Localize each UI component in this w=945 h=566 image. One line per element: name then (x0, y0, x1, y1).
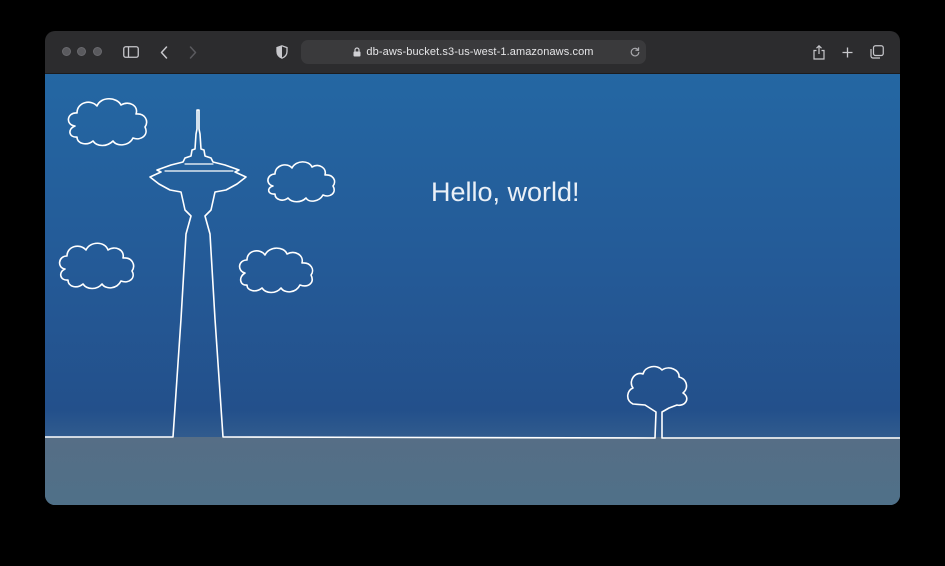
share-button[interactable] (811, 42, 827, 62)
privacy-report-button[interactable] (274, 42, 290, 62)
address-bar[interactable]: db-aws-bucket.s3-us-west-1.amazonaws.com (301, 40, 646, 64)
share-icon (813, 44, 825, 60)
cloud-icon (58, 242, 135, 290)
browser-toolbar: db-aws-bucket.s3-us-west-1.amazonaws.com (45, 31, 900, 74)
cloud-icon (67, 97, 148, 147)
forward-button[interactable] (186, 42, 200, 62)
seattle-skyline-illustration (45, 97, 900, 439)
cloud-icon (238, 247, 314, 294)
lock-icon (353, 47, 361, 57)
minimize-window-button[interactable] (77, 47, 86, 56)
zoom-window-button[interactable] (93, 47, 102, 56)
sidebar-icon[interactable] (122, 42, 140, 62)
chevron-left-icon (160, 45, 168, 59)
shield-icon (276, 45, 288, 59)
plus-icon (842, 47, 852, 57)
cloud-icon (267, 161, 336, 203)
chevron-right-icon (189, 45, 197, 59)
tabs-overview-icon (870, 45, 884, 59)
page-heading: Hello, world! (431, 177, 580, 207)
reload-button[interactable] (628, 42, 642, 62)
close-window-button[interactable] (62, 47, 71, 56)
url-text: db-aws-bucket.s3-us-west-1.amazonaws.com (366, 46, 594, 58)
tab-overview-button[interactable] (869, 42, 885, 62)
back-button[interactable] (157, 42, 171, 62)
new-tab-button[interactable] (840, 42, 854, 62)
space-needle-icon (45, 109, 900, 439)
page-content: Hello, world! (45, 74, 900, 505)
reload-icon (630, 47, 640, 57)
browser-window: db-aws-bucket.s3-us-west-1.amazonaws.com (45, 31, 900, 505)
